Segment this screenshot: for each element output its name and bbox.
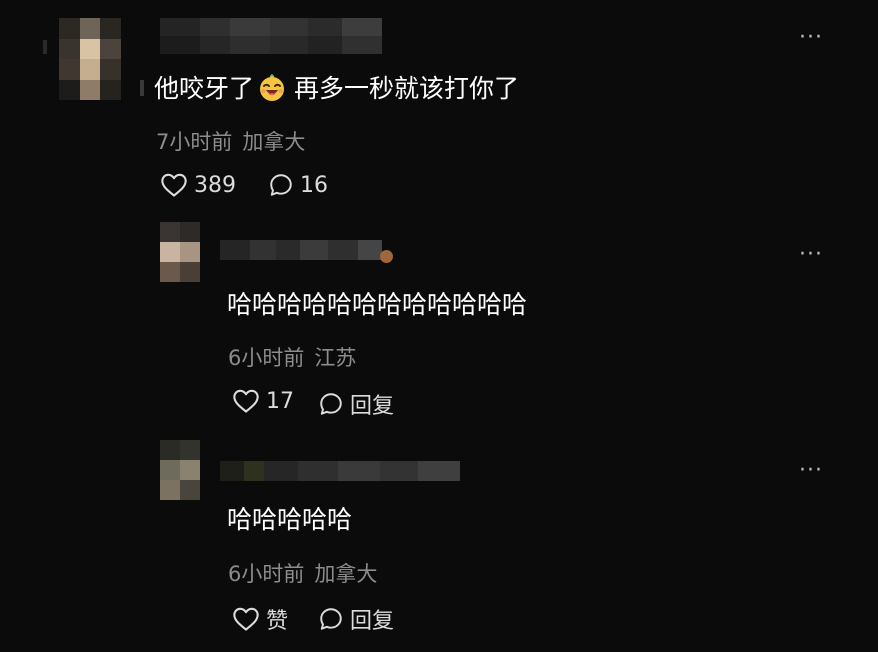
location: 加拿大	[314, 562, 378, 586]
blur-mark	[43, 40, 47, 54]
heart-outline-icon	[233, 389, 259, 413]
like-count: 389	[194, 172, 236, 198]
avatar[interactable]	[160, 222, 200, 282]
reply-button[interactable]: 回复	[318, 388, 394, 420]
like-button[interactable]: 17	[232, 388, 294, 414]
more-dots-icon[interactable]: ···	[795, 242, 827, 267]
reply-text: 哈哈哈哈哈哈哈哈哈哈哈哈	[227, 290, 528, 319]
heart-outline-icon	[233, 607, 259, 631]
like-button[interactable]: 赞	[232, 603, 288, 635]
timestamp: 7小时前	[156, 130, 233, 154]
avatar[interactable]	[59, 18, 121, 100]
like-count: 17	[266, 388, 294, 414]
comment-thread: ··· 他咬牙了 再多一秒就该打你了 7小时前 加拿大 389 16 ··· 哈…	[0, 0, 878, 652]
username[interactable]	[220, 461, 460, 481]
reply-text: 哈哈哈哈哈	[227, 505, 353, 534]
more-dots-icon[interactable]: ···	[795, 25, 827, 50]
comment-text: 他咬牙了 再多一秒就该打你了	[154, 68, 519, 106]
more-dots-icon[interactable]: ···	[795, 458, 827, 483]
badge-icon	[380, 250, 393, 263]
speech-bubble-icon	[320, 608, 342, 630]
reply-label: 回复	[350, 394, 395, 419]
reply-button[interactable]: 回复	[318, 603, 394, 635]
timestamp: 6小时前	[228, 346, 305, 370]
comment-text-part1: 他咬牙了	[154, 74, 255, 103]
avatar[interactable]	[160, 440, 200, 500]
location: 江苏	[314, 346, 357, 370]
reply-meta: 6小时前 加拿大	[228, 558, 377, 588]
speech-bubble-icon	[270, 174, 292, 196]
reply-label: 回复	[350, 609, 395, 634]
reply-meta: 6小时前 江苏	[228, 342, 356, 372]
like-button[interactable]: 389	[160, 172, 236, 198]
laughing-face-emoji	[260, 74, 285, 101]
comment-meta: 7小时前 加拿大	[156, 126, 305, 156]
location: 加拿大	[242, 130, 306, 154]
comment-text-part2: 再多一秒就该打你了	[294, 74, 520, 103]
timestamp: 6小时前	[228, 562, 305, 586]
heart-outline-icon	[161, 173, 187, 197]
username[interactable]	[160, 18, 382, 54]
username[interactable]	[220, 240, 382, 260]
like-label: 赞	[266, 609, 289, 634]
reply-count-button[interactable]: 16	[268, 172, 328, 198]
reply-count: 16	[300, 172, 328, 198]
blur-mark	[140, 80, 144, 96]
speech-bubble-icon	[320, 393, 342, 415]
